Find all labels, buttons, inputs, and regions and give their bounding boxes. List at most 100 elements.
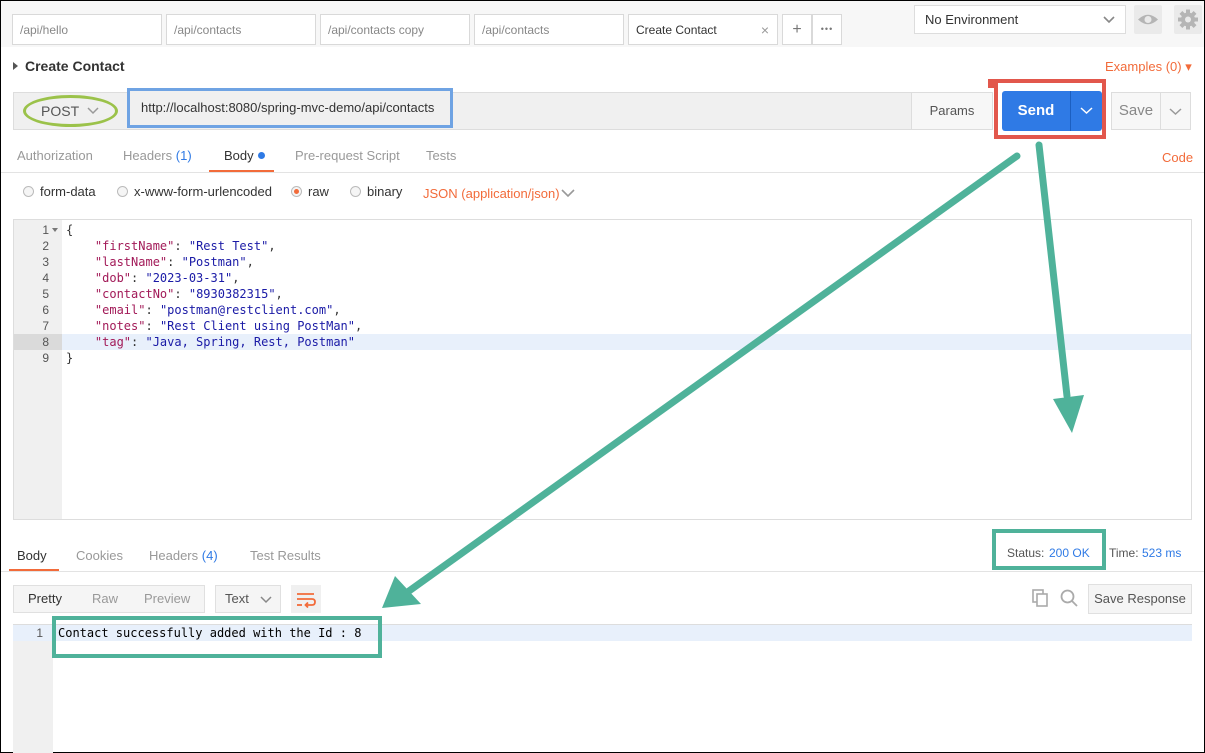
comma: , — [333, 303, 341, 317]
radio-raw[interactable]: raw — [291, 184, 329, 199]
editor-line: 6 "email": "postman@restclient.com", — [14, 302, 1191, 318]
json-key: "contactNo" — [94, 287, 175, 301]
request-name[interactable]: Create Contact — [13, 58, 125, 74]
json-value: "8930382315" — [188, 287, 276, 301]
json-key: "dob" — [94, 271, 132, 285]
json-value: "Postman" — [181, 255, 247, 269]
examples-label: Examples (0) — [1105, 59, 1182, 74]
gear-icon[interactable] — [1174, 5, 1202, 34]
radio-circle-selected — [291, 186, 302, 197]
tab-label: /api/contacts copy — [328, 23, 425, 37]
tab-headers-label: Headers — [123, 148, 173, 163]
line-number: 8 — [14, 334, 62, 350]
editor-line: 3 "lastName": "Postman", — [14, 254, 1191, 270]
content-type-select[interactable]: JSON (application/json) — [423, 186, 560, 201]
annotation-status-box — [992, 529, 1106, 570]
response-type-label: Text — [225, 591, 249, 606]
close-icon[interactable]: × — [761, 15, 769, 45]
radio-circle — [117, 186, 128, 197]
comma: , — [232, 271, 240, 285]
divider — [1, 172, 1204, 173]
tab-tests[interactable]: Tests — [426, 148, 456, 163]
radio-label: raw — [308, 184, 329, 199]
editor-line: 2 "firstName": "Rest Test", — [14, 238, 1191, 254]
line-number: 2 — [42, 239, 49, 253]
response-type-select[interactable]: Text — [215, 585, 281, 613]
response-tab-body[interactable]: Body — [17, 548, 47, 563]
code-text: "notes": "Rest Client using PostMan", — [66, 318, 362, 334]
format-raw[interactable]: Raw — [92, 591, 118, 606]
chevron-down-icon — [1169, 108, 1182, 116]
format-preview[interactable]: Preview — [144, 591, 190, 606]
format-pretty[interactable]: Pretty — [28, 591, 62, 606]
save-dropdown[interactable] — [1161, 92, 1191, 130]
chevron-down-icon — [1103, 16, 1115, 24]
chevron-down-icon[interactable] — [561, 188, 575, 198]
code-text: "email": "postman@restclient.com", — [66, 302, 341, 318]
annotation-nub — [988, 79, 995, 88]
eye-icon[interactable] — [1134, 5, 1162, 34]
more-icon[interactable]: ••• — [812, 14, 842, 45]
tab-pre-request-script[interactable]: Pre-request Script — [295, 148, 400, 163]
editor-line: 5 "contactNo": "8930382315", — [14, 286, 1191, 302]
save-response-button[interactable]: Save Response — [1088, 584, 1192, 614]
arrowhead-icon — [382, 576, 421, 608]
tab-api-hello[interactable]: /api/hello — [12, 14, 162, 45]
code-text: "dob": "2023-03-31", — [66, 270, 240, 286]
wrap-lines-button[interactable] — [291, 585, 321, 613]
tab-api-contacts-2[interactable]: /api/contacts — [474, 14, 624, 45]
response-tab-test-results[interactable]: Test Results — [250, 548, 321, 563]
tab-body-label: Body — [224, 148, 254, 163]
save-button[interactable]: Save — [1111, 92, 1161, 130]
plus-icon[interactable]: + — [782, 14, 812, 45]
request-body-editor[interactable]: 1{2 "firstName": "Rest Test", 3 "lastName… — [13, 219, 1192, 520]
code-text: "lastName": "Postman", — [66, 254, 254, 270]
time-value[interactable]: 523 ms — [1142, 546, 1181, 560]
url-input[interactable]: http://localhost:8080/spring-mvc-demo/ap… — [127, 88, 453, 128]
tab-label: /api/contacts — [174, 23, 242, 37]
tab-api-contacts[interactable]: /api/contacts — [166, 14, 316, 45]
editor-line: 8 "tag": "Java, Spring, Rest, Postman" — [14, 334, 1191, 350]
code-link[interactable]: Code — [1162, 150, 1193, 165]
code-text: } — [66, 351, 74, 365]
tab-label: /api/hello — [20, 23, 69, 37]
response-tab-cookies[interactable]: Cookies — [76, 548, 123, 563]
tab-headers[interactable]: Headers (1) — [123, 148, 192, 163]
time-label: Time: — [1109, 546, 1139, 560]
radio-urlencoded[interactable]: x-www-form-urlencoded — [117, 184, 272, 199]
caret-right-icon — [13, 62, 18, 70]
colon: : — [145, 319, 160, 333]
response-tab-headers[interactable]: Headers (4) — [149, 548, 218, 563]
colon: : — [145, 303, 160, 317]
copy-icon[interactable] — [1030, 588, 1050, 608]
json-value: "postman@restclient.com" — [159, 303, 334, 317]
colon: : — [167, 255, 182, 269]
annotation-send-box — [988, 79, 1106, 139]
tab-bar: /api/hello /api/contacts /api/contacts c… — [1, 1, 1204, 47]
tab-api-contacts-copy[interactable]: /api/contacts copy — [320, 14, 470, 45]
line-number: 6 — [42, 303, 49, 317]
annotation-response-box — [52, 616, 382, 658]
search-icon[interactable] — [1059, 588, 1079, 608]
tab-create-contact[interactable]: Create Contact × — [628, 14, 778, 45]
radio-binary[interactable]: binary — [350, 184, 402, 199]
editor-line: 7 "notes": "Rest Client using PostMan", — [14, 318, 1191, 334]
colon: : — [131, 271, 146, 285]
wrap-lines-icon — [297, 593, 316, 609]
radio-form-data[interactable]: form-data — [23, 184, 96, 199]
environment-label: No Environment — [925, 12, 1019, 27]
radio-label: binary — [367, 184, 403, 199]
line-number: 5 — [42, 287, 49, 301]
environment-select[interactable]: No Environment — [914, 5, 1126, 34]
editor-line: 1{ — [14, 222, 1191, 238]
examples-dropdown[interactable]: Examples (0) ▾ — [1105, 59, 1192, 75]
tab-body[interactable]: Body — [224, 148, 265, 163]
radio-circle — [23, 186, 34, 197]
tab-authorization[interactable]: Authorization — [17, 148, 93, 163]
fold-arrow-icon[interactable] — [52, 228, 58, 232]
line-gutter — [13, 625, 53, 753]
json-key: "notes" — [94, 319, 146, 333]
headers-count: (1) — [175, 148, 192, 163]
params-button[interactable]: Params — [911, 92, 993, 130]
tab-label: /api/contacts — [482, 23, 550, 37]
